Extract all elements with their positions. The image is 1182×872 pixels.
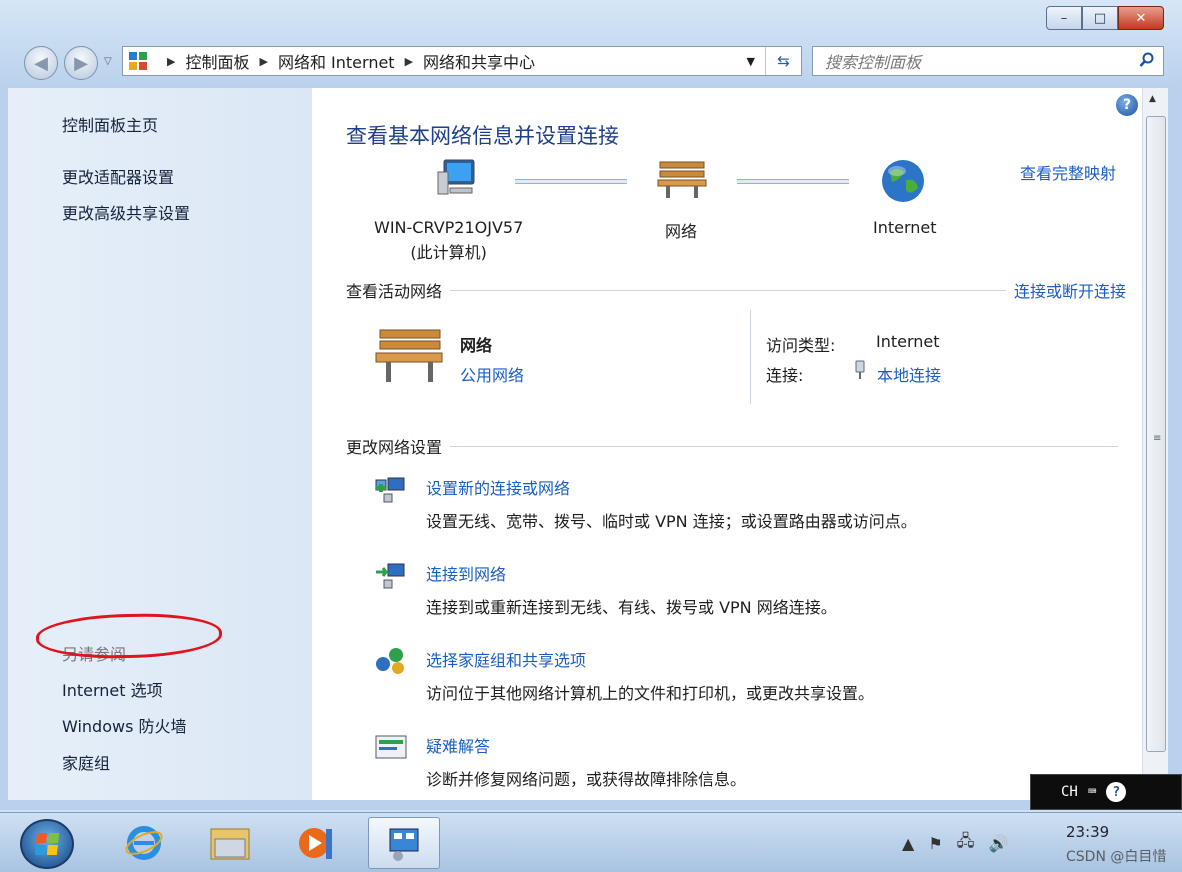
keyboard-icon[interactable]: ⌨ <box>1088 784 1096 800</box>
thumb-grip-icon: ≡ <box>1153 433 1162 444</box>
computer-note: (此计算机) <box>410 243 487 262</box>
clock-time: 23:39 <box>1066 823 1110 841</box>
view-full-map-link[interactable]: 查看完整映射 <box>1020 160 1116 184</box>
change-settings-heading: 更改网络设置 <box>346 438 443 457</box>
breadcrumb-separator-icon[interactable]: ▶ <box>167 55 175 68</box>
scroll-up-icon[interactable]: ▲ <box>1149 94 1156 104</box>
access-type-value: Internet <box>876 332 940 351</box>
network-type-link[interactable]: 公用网络 <box>460 362 524 386</box>
taskbar-control-panel[interactable] <box>368 817 440 869</box>
homegroup-icon <box>376 648 404 674</box>
watermark: CSDN @白目惜 <box>1066 849 1167 865</box>
windows-logo-icon <box>34 833 60 855</box>
troubleshoot-desc: 诊断并修复网络问题，或获得故障排除信息。 <box>426 770 747 789</box>
language-help-icon[interactable]: ? <box>1106 782 1127 802</box>
action-center-flag-icon[interactable]: ⚑ <box>928 834 942 853</box>
navigation-bar: ◀ ▶ ▽ ▶ 控制面板 ▶ 网络和 Internet ▶ 网络和共享中心 ▼ … <box>0 42 1182 82</box>
new-connection-icon <box>375 477 405 503</box>
system-tray: ▲ ⚑ 🖧 🔊 <box>902 817 1008 869</box>
show-hidden-icons-icon[interactable]: ▲ <box>902 834 914 853</box>
taskbar: ▲ ⚑ 🖧 🔊 23:39 <box>0 812 1182 872</box>
back-button[interactable]: ◀ <box>24 46 58 80</box>
section-divider <box>450 289 1006 291</box>
connect-to-network-icon <box>376 563 405 589</box>
language-bar: CH ⌨ ? <box>1030 774 1182 810</box>
computer-icon <box>437 159 475 195</box>
breadcrumb-control-panel[interactable]: 控制面板 <box>185 49 249 73</box>
control-panel-taskbar-icon <box>389 828 419 861</box>
internet-node-label[interactable]: Internet <box>873 218 937 237</box>
change-settings-header: 更改网络设置 <box>346 434 1126 458</box>
back-arrow-icon: ◀ <box>34 52 48 74</box>
connect-to-network-link[interactable]: 连接到网络 <box>426 561 506 585</box>
connect-to-network-desc: 连接到或重新连接到无线、有线、拨号或 VPN 网络连接。 <box>426 598 837 617</box>
homegroup-sharing-desc: 访问位于其他网络计算机上的文件和打印机，或更改共享设置。 <box>426 684 875 703</box>
active-networks-header: 查看活动网络 连接或断开连接 <box>346 278 1126 302</box>
close-button[interactable]: ✕ <box>1118 6 1164 30</box>
setup-connection-link[interactable]: 设置新的连接或网络 <box>426 475 570 499</box>
breadcrumb-network-internet[interactable]: 网络和 Internet <box>278 49 395 73</box>
input-language-indicator[interactable]: CH <box>1061 784 1078 800</box>
change-advanced-sharing-link[interactable]: 更改高级共享设置 <box>62 200 190 224</box>
maximize-button[interactable]: □ <box>1082 6 1118 30</box>
minimize-button[interactable]: – <box>1046 6 1082 30</box>
setup-connection-desc: 设置无线、宽带、拨号、临时或 VPN 连接；或设置路由器或访问点。 <box>426 512 917 531</box>
control-panel-home-link[interactable]: 控制面板主页 <box>62 112 158 136</box>
address-bar[interactable]: ▶ 控制面板 ▶ 网络和 Internet ▶ 网络和共享中心 ▼ ⇆ <box>122 46 802 76</box>
troubleshoot-icon <box>375 735 407 759</box>
troubleshoot-link[interactable]: 疑难解答 <box>426 733 490 757</box>
page-title: 查看基本网络信息并设置连接 <box>346 124 619 148</box>
local-connection-link[interactable]: 本地连接 <box>877 362 941 386</box>
media-player-icon <box>299 828 332 859</box>
folder-icon <box>210 828 250 860</box>
section-divider <box>450 445 1118 447</box>
address-dropdown-icon[interactable]: ▼ <box>747 55 755 68</box>
homegroup-link[interactable]: 家庭组 <box>62 750 110 774</box>
scroll-thumb[interactable]: ≡ <box>1146 116 1166 752</box>
caption-buttons: – □ ✕ <box>1046 6 1164 30</box>
forward-button[interactable]: ▶ <box>64 46 98 80</box>
breadcrumb-separator-icon[interactable]: ▶ <box>405 55 413 68</box>
ethernet-plug-icon <box>855 360 865 379</box>
vertical-scrollbar[interactable]: ▲ ≡ <box>1142 88 1168 776</box>
taskbar-media-player[interactable] <box>280 817 352 869</box>
internet-options-link[interactable]: Internet 选项 <box>62 677 163 701</box>
recent-pages-dropdown[interactable]: ▽ <box>104 56 112 67</box>
access-type-label: 访问类型: <box>766 336 836 355</box>
connection-line <box>515 179 627 184</box>
control-panel-icon <box>129 52 147 70</box>
breadcrumb-separator-icon[interactable]: ▶ <box>259 55 267 68</box>
connect-disconnect-link[interactable]: 连接或断开连接 <box>1014 278 1126 302</box>
network-bench-large-icon <box>375 329 443 382</box>
clock[interactable]: 23:39 <box>1066 821 1109 843</box>
search-placeholder: 搜索控制面板 <box>825 53 922 72</box>
connection-label: 连接: <box>766 366 804 385</box>
network-tray-icon[interactable]: 🖧 <box>957 830 975 857</box>
network-bench-icon <box>657 161 707 198</box>
active-networks-heading: 查看活动网络 <box>346 282 443 301</box>
active-network-name: 网络 <box>460 336 493 355</box>
vertical-divider <box>750 310 751 404</box>
help-icon[interactable]: ? <box>1116 94 1138 116</box>
breadcrumb-network-sharing-center[interactable]: 网络和共享中心 <box>423 49 535 73</box>
refresh-icon[interactable]: ⇆ <box>765 47 801 75</box>
start-button[interactable] <box>20 819 74 869</box>
internet-globe-icon <box>882 160 924 202</box>
change-adapter-settings-link[interactable]: 更改适配器设置 <box>62 164 174 188</box>
computer-name: WIN-CRVP21OJV57 <box>374 218 524 237</box>
internet-explorer-icon <box>125 826 163 860</box>
this-computer-node[interactable]: WIN-CRVP21OJV57 (此计算机) <box>374 218 523 263</box>
taskbar-internet-explorer[interactable] <box>108 817 180 869</box>
search-input[interactable]: 搜索控制面板 <box>812 46 1164 76</box>
volume-icon[interactable]: 🔊 <box>989 834 1009 853</box>
network-node-label[interactable]: 网络 <box>665 218 697 242</box>
homegroup-sharing-link[interactable]: 选择家庭组和共享选项 <box>426 647 586 671</box>
windows-firewall-link[interactable]: Windows 防火墙 <box>62 713 187 737</box>
connection-line <box>737 179 849 184</box>
taskbar-explorer[interactable] <box>194 817 266 869</box>
search-icon[interactable] <box>1139 52 1155 68</box>
forward-arrow-icon: ▶ <box>74 52 88 74</box>
